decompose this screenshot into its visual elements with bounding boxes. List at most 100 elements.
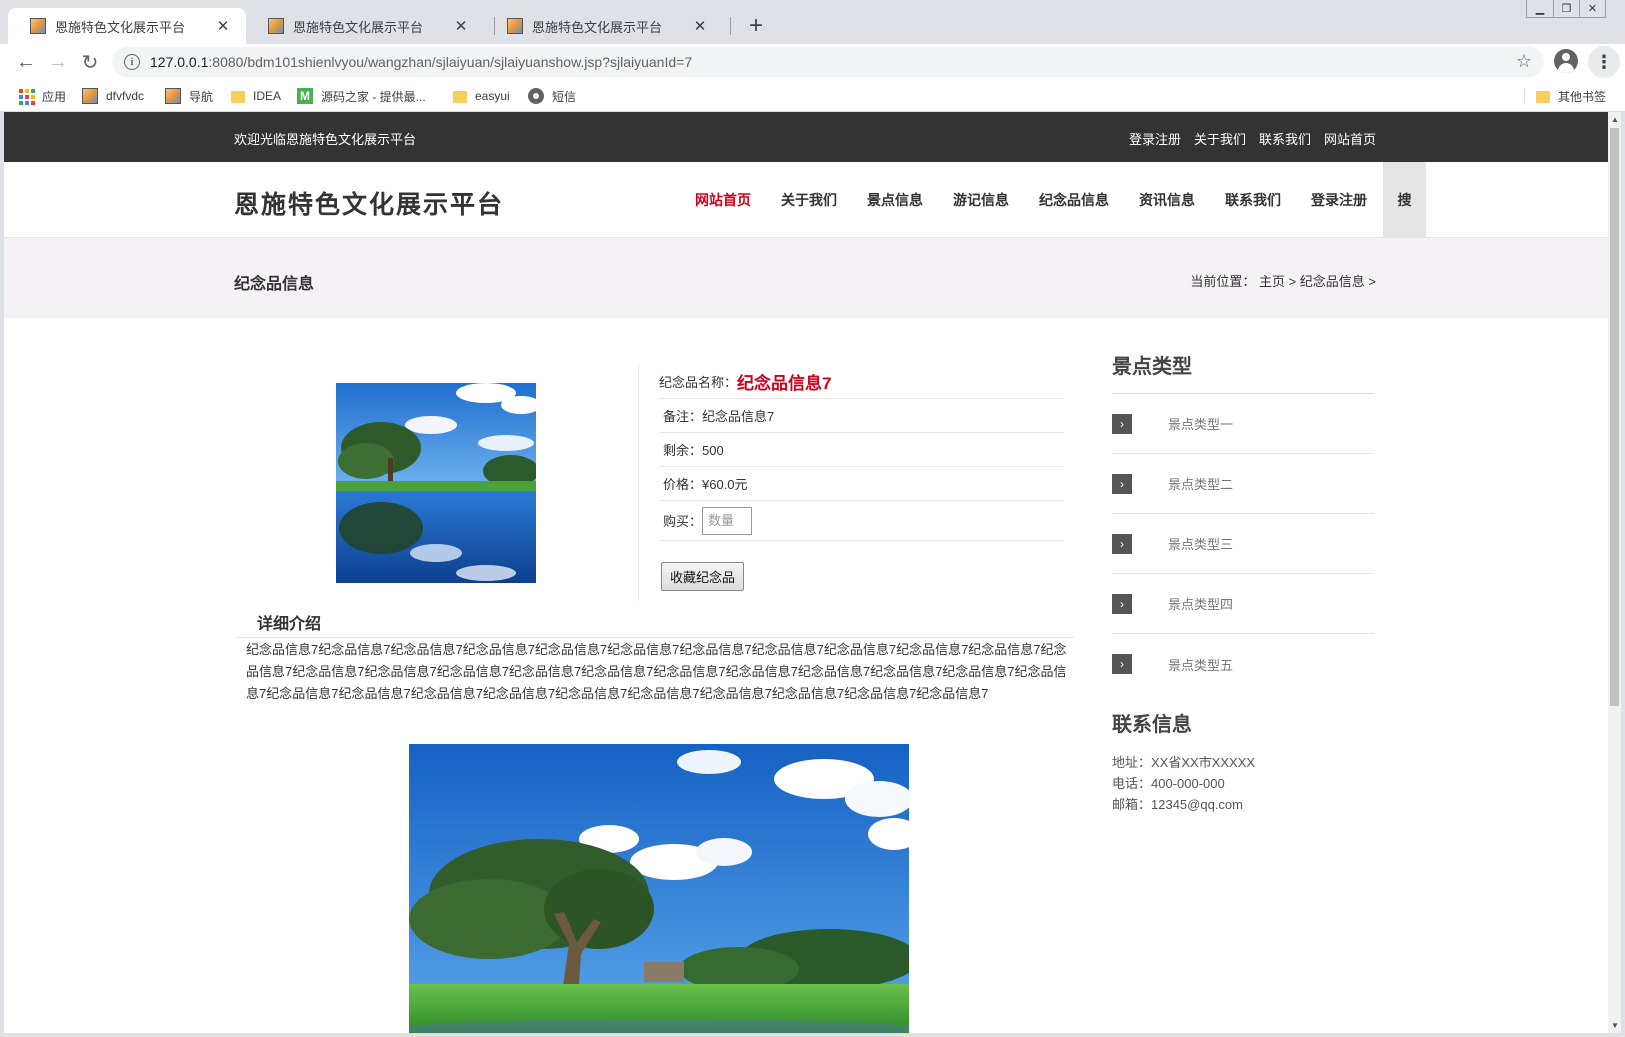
bookmark-label: easyui: [475, 89, 510, 103]
product-name-row: 纪念品名称： 纪念品信息7: [659, 365, 1064, 399]
folder-icon: [453, 91, 467, 103]
top-link[interactable]: 关于我们: [1194, 129, 1246, 148]
folder-icon: [231, 91, 245, 103]
browser-tab[interactable]: 恩施特色文化展示平台 ✕: [8, 8, 246, 44]
m-icon: M: [297, 88, 313, 104]
bookmark-label: 其他书签: [1558, 89, 1607, 104]
sidebar-item-type[interactable]: › 景点类型五: [1112, 634, 1374, 694]
nav-item-home[interactable]: 网站首页: [680, 162, 766, 238]
sidebar-item-label: 景点类型二: [1168, 477, 1234, 492]
bookmark-label: 应用: [42, 89, 67, 104]
detail-title: 详细介绍: [257, 616, 322, 633]
info-icon[interactable]: i: [124, 54, 140, 70]
bookmark-label: dfvfvdc: [106, 89, 145, 103]
sidebar-item-type[interactable]: › 景点类型三: [1112, 514, 1374, 574]
restore-icon[interactable]: ❐: [1553, 0, 1579, 17]
product-stock: 剩余：500: [663, 443, 724, 458]
nav-item-about[interactable]: 关于我们: [766, 162, 852, 238]
nav-item-scenic[interactable]: 景点信息: [852, 162, 938, 238]
globe-icon: [528, 88, 544, 104]
bookmark-item[interactable]: dfvfvdc: [82, 86, 144, 106]
apps-icon: [18, 88, 35, 105]
bookmark-star-icon[interactable]: ☆: [1516, 51, 1532, 72]
detail-divider: [237, 637, 1074, 638]
bookmark-item[interactable]: easyui: [453, 86, 510, 106]
sidebar-item-label: 景点类型一: [1168, 417, 1234, 432]
close-tab-icon[interactable]: ✕: [214, 17, 232, 35]
scroll-up-icon[interactable]: ▲: [1611, 115, 1619, 124]
bookmark-item[interactable]: 短信: [528, 86, 576, 106]
detail-text: 纪念品信息7纪念品信息7纪念品信息7纪念品信息7纪念品信息7纪念品信息7纪念品信…: [246, 642, 1067, 701]
page-favicon-icon: [268, 18, 284, 34]
top-link[interactable]: 联系我们: [1259, 129, 1311, 148]
quantity-input[interactable]: [702, 506, 753, 535]
search-button[interactable]: 搜: [1383, 162, 1426, 238]
back-icon[interactable]: ←: [12, 48, 40, 76]
top-link[interactable]: 网站首页: [1324, 129, 1376, 148]
scroll-down-icon[interactable]: ▼: [1611, 1021, 1619, 1030]
close-window-icon[interactable]: ✕: [1579, 0, 1605, 17]
image-icon: [82, 88, 98, 104]
profile-avatar-icon[interactable]: [1554, 49, 1578, 73]
window-frame: [1621, 112, 1625, 1033]
url-path: :8080/bdm101shienlvyou/wangzhan/sjlaiyua…: [208, 54, 693, 70]
nav-item-contact[interactable]: 联系我们: [1210, 162, 1296, 238]
sidebar-item-type[interactable]: › 景点类型四: [1112, 574, 1374, 634]
close-tab-icon[interactable]: ✕: [452, 17, 470, 35]
product-image: [336, 383, 536, 583]
new-tab-icon[interactable]: +: [742, 12, 770, 40]
tab-separator: [730, 17, 731, 35]
product-name: 纪念品信息7: [737, 374, 832, 393]
nav-item-travelogue[interactable]: 游记信息: [938, 162, 1024, 238]
close-tab-icon[interactable]: ✕: [691, 17, 709, 35]
nav-item-news[interactable]: 资讯信息: [1124, 162, 1210, 238]
page-favicon-icon: [507, 18, 523, 34]
scenic-types-title: 景点类型: [1112, 356, 1192, 378]
breadcrumb: 当前位置： 主页 > 纪念品信息 >: [1190, 274, 1376, 289]
contact-title: 联系信息: [1112, 714, 1192, 736]
product-note-row: 备注：纪念品信息7: [659, 399, 1064, 433]
browser-tab[interactable]: 恩施特色文化展示平台 ✕: [485, 8, 723, 44]
scrollbar-thumb[interactable]: [1610, 128, 1619, 706]
top-link[interactable]: 登录注册: [1129, 129, 1181, 148]
address-bar[interactable]: i 127.0.0.1:8080/bdm101shienlvyou/wangzh…: [112, 47, 1544, 77]
sidebar-item-type[interactable]: › 景点类型一: [1112, 394, 1374, 454]
sidebar-item-label: 景点类型三: [1168, 537, 1234, 552]
site-logo[interactable]: 恩施特色文化展示平台: [234, 185, 504, 221]
browser-tab[interactable]: 恩施特色文化展示平台 ✕: [246, 8, 484, 44]
bookmark-label: 短信: [552, 89, 577, 104]
tab-title: 恩施特色文化展示平台: [532, 19, 663, 35]
page-scrollbar[interactable]: ▲ ▼: [1608, 112, 1621, 1033]
sidebar-item-label: 景点类型四: [1168, 597, 1234, 612]
contact-address: 地址：XX省XX市XXXXX: [1112, 755, 1256, 770]
window-controls: ▁ ❐ ✕: [1526, 0, 1606, 18]
page-title: 纪念品信息: [234, 276, 315, 293]
bookmark-item[interactable]: 导航: [165, 86, 213, 106]
bookmark-item[interactable]: IDEA: [231, 86, 281, 106]
bookmark-apps[interactable]: 应用: [18, 86, 66, 106]
buy-label: 购买：: [663, 514, 703, 529]
product-price: 价格：¥60.0元: [663, 477, 748, 492]
bookmark-other[interactable]: 其他书签: [1536, 86, 1606, 106]
chevron-right-icon: ›: [1112, 593, 1132, 614]
url-host: 127.0.0.1: [150, 54, 209, 70]
reload-icon[interactable]: ↻: [76, 48, 104, 76]
bookmarks-bar: 应用 dfvfvdc 导航 IDEA M 源码之家 - 提供最... easyu…: [0, 80, 1625, 112]
browser-tabstrip: 恩施特色文化展示平台 ✕ 恩施特色文化展示平台 ✕ 恩施特色文化展示平台 ✕ +…: [0, 0, 1625, 44]
product-price-row: 价格：¥60.0元: [659, 467, 1064, 501]
chevron-right-icon: ›: [1112, 473, 1132, 494]
favorite-souvenir-button[interactable]: 收藏纪念品: [661, 562, 745, 591]
image-icon: [165, 88, 181, 104]
nav-item-login[interactable]: 登录注册: [1296, 162, 1382, 238]
nav-item-souvenir[interactable]: 纪念品信息: [1024, 162, 1124, 238]
forward-icon[interactable]: →: [44, 48, 72, 76]
bookmark-label: 源码之家 - 提供最...: [321, 89, 426, 104]
page-viewport: 欢迎光临恩施特色文化展示平台 登录注册 关于我们 联系我们 网站首页 恩施特色文…: [4, 112, 1608, 1033]
browser-menu-icon[interactable]: ⋮: [1588, 46, 1620, 78]
minimize-icon[interactable]: ▁: [1527, 0, 1553, 17]
product-buy-row: 购买：: [659, 501, 1064, 541]
main-nav: 网站首页 关于我们 景点信息 游记信息 纪念品信息 资讯信息 联系我们 登录注册…: [680, 162, 1426, 238]
welcome-text: 欢迎光临恩施特色文化展示平台: [234, 132, 417, 147]
bookmark-item[interactable]: M 源码之家 - 提供最...: [297, 86, 426, 106]
sidebar-item-type[interactable]: › 景点类型二: [1112, 454, 1374, 514]
